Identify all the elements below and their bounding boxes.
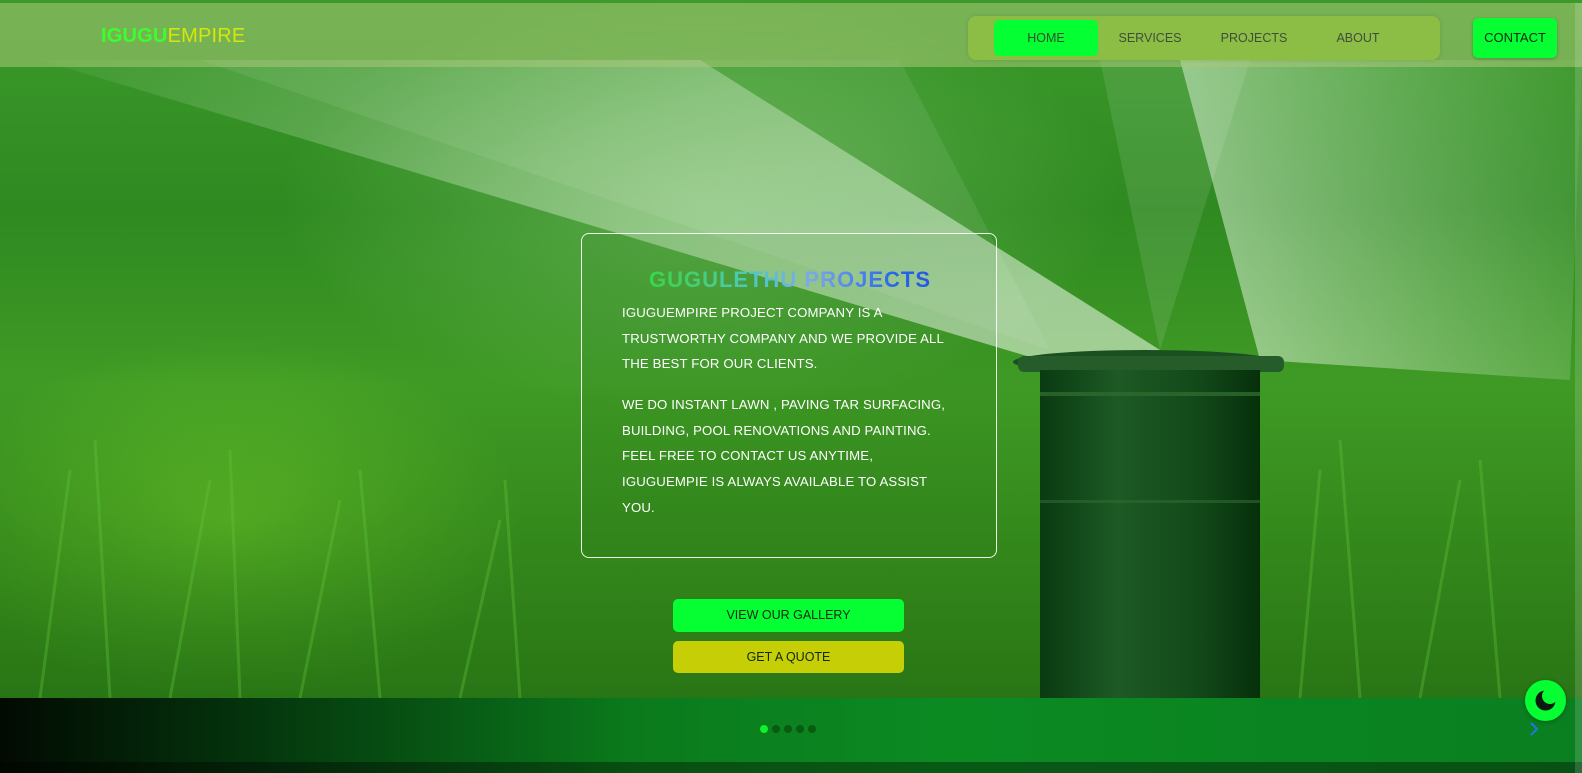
top-navbar: IGUGUEMPIRE HOME SERVICES PROJECTS ABOUT… [0, 3, 1582, 67]
brand-logo[interactable]: IGUGUEMPIRE [101, 25, 245, 48]
services-paragraph: WE DO INSTANT LAWN , PAVING TAR SURFACIN… [622, 397, 946, 515]
scrollbar[interactable] [1575, 3, 1582, 773]
view-gallery-button[interactable]: VIEW OUR GALLERY [673, 599, 904, 632]
chevron-right-icon[interactable] [1526, 718, 1542, 740]
intro-paragraph: IGUGUEMPIRE PROJECT COMPANY IS A TRUSTWO… [622, 305, 944, 372]
contact-button[interactable]: CONTACT [1473, 18, 1557, 58]
intro-card: GUGULETHU PROJECTS IGUGUEMPIRE PROJECT C… [581, 233, 997, 558]
get-quote-button[interactable]: GET A QUOTE [673, 641, 904, 673]
brand-part-2: EMPIRE [167, 25, 246, 47]
moon-icon [1535, 688, 1558, 711]
brand-part-1: IGUGU [101, 25, 168, 47]
slider-dot-5[interactable] [808, 725, 816, 733]
slider-dot-3[interactable] [784, 725, 792, 733]
theme-toggle-button[interactable] [1525, 680, 1566, 721]
nav-services[interactable]: SERVICES [1098, 20, 1202, 56]
nav-home[interactable]: HOME [994, 20, 1098, 56]
nav-menu: HOME SERVICES PROJECTS ABOUT [968, 16, 1440, 60]
slider-dot-1[interactable] [760, 725, 768, 733]
nav-about[interactable]: ABOUT [1306, 20, 1410, 56]
slider-dot-2[interactable] [772, 725, 780, 733]
nav-projects[interactable]: PROJECTS [1202, 20, 1306, 56]
hero-title: GUGULETHU PROJECTS [582, 267, 998, 293]
bottom-strip [0, 762, 1582, 773]
slider-dot-4[interactable] [796, 725, 804, 733]
